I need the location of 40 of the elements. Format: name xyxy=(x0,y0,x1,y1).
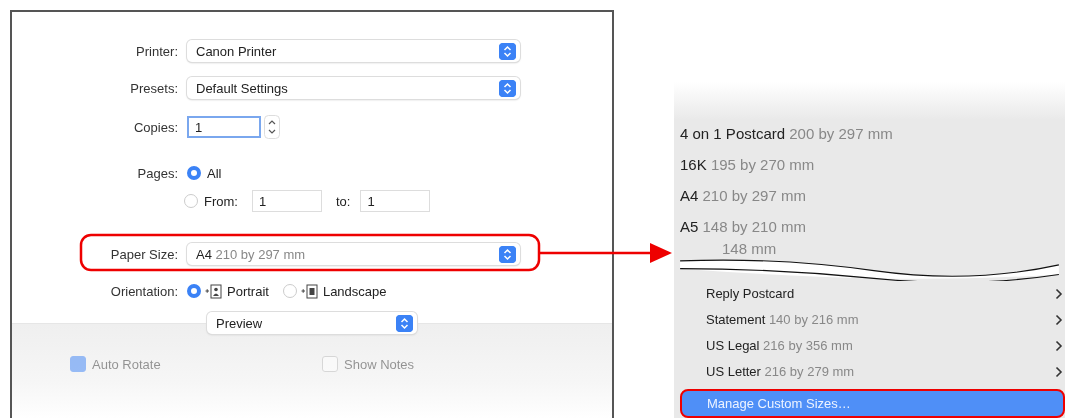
presets-popup[interactable]: Default Settings xyxy=(187,77,520,99)
copies-label: Copies: xyxy=(133,119,178,135)
menu-item[interactable]: A5 148 by 210 mm xyxy=(680,211,1065,242)
paper-size-label: Paper Size: xyxy=(110,246,178,262)
from-field[interactable]: 1 xyxy=(251,190,322,212)
menu-item[interactable]: Statement 140 by 216 mm xyxy=(674,306,1065,333)
section-popup[interactable]: Preview xyxy=(207,312,417,334)
pages-label: Pages: xyxy=(137,165,178,181)
presets-label: Presets: xyxy=(130,80,178,96)
landscape-orientation-icon xyxy=(300,283,319,299)
menu-item[interactable]: US Legal 216 by 356 mm xyxy=(674,332,1065,359)
printer-popup[interactable]: Canon Printer xyxy=(187,40,520,62)
radio-button[interactable] xyxy=(187,284,201,298)
stepper-icon[interactable] xyxy=(264,115,280,139)
paper-size-popup[interactable]: A4 210 by 297 mm xyxy=(187,243,520,265)
updown-arrows-icon xyxy=(396,314,413,332)
menu-item[interactable]: US Letter 216 by 279 mm xyxy=(674,358,1065,385)
to-field[interactable]: 1 xyxy=(360,190,431,212)
radio-label: Portrait xyxy=(227,283,269,299)
menu-item[interactable]: 16K 195 by 270 mm xyxy=(680,149,1065,180)
printer-label: Printer: xyxy=(136,43,178,59)
updown-arrows-icon xyxy=(499,42,516,60)
checkbox-label: Show Notes xyxy=(344,356,415,372)
radio-button[interactable] xyxy=(282,284,297,298)
radio-label: From: xyxy=(204,193,238,209)
copies-field[interactable]: 1 xyxy=(187,116,261,138)
radio-button[interactable] xyxy=(184,194,198,208)
menu-item[interactable]: Reply Postcard xyxy=(674,280,1065,307)
to-label: to: xyxy=(335,193,351,209)
radio-button[interactable] xyxy=(187,166,201,180)
menu-item[interactable]: A4 210 by 297 mm xyxy=(680,180,1065,211)
updown-arrows-icon xyxy=(499,79,516,97)
portrait-orientation-icon xyxy=(205,283,223,299)
orientation-label: Orientation: xyxy=(110,283,178,299)
menu-item[interactable]: 4 on 1 Postcard 200 by 297 mm xyxy=(680,118,1065,149)
menu-item-fragment: 148 mm xyxy=(721,242,778,259)
updown-arrows-icon xyxy=(499,245,516,263)
radio-label: All xyxy=(207,165,222,181)
checkbox-label: Auto Rotate xyxy=(92,356,161,372)
radio-label: Landscape xyxy=(322,283,387,299)
